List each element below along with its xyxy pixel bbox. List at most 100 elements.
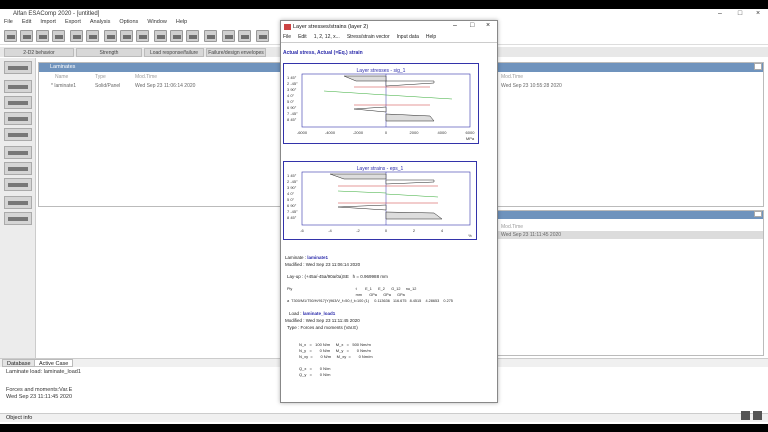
menu-window[interactable]: Window <box>147 19 167 25</box>
panel-restore-icon[interactable] <box>754 211 762 217</box>
tool-icon[interactable] <box>86 30 99 42</box>
load-label: Load : <box>289 311 303 316</box>
force-line: Q_x = 0 N/m <box>299 366 331 371</box>
strain-layer-shape <box>385 211 443 220</box>
menu-analysis[interactable]: Analysis <box>90 19 110 25</box>
object-icon[interactable] <box>4 196 32 209</box>
dmenu-components[interactable]: 1, 2, 12, x... <box>314 34 340 40</box>
ply-header: Ply t E_1 E_2 G_12 nu_12 <box>287 287 417 291</box>
tool-icon[interactable] <box>20 30 33 42</box>
close-icon[interactable]: × <box>750 9 766 18</box>
dmenu-help[interactable]: Help <box>426 34 436 40</box>
laminate-type: Solid/Panel <box>95 83 121 89</box>
laminate-label: Laminate : <box>285 255 308 260</box>
menu-export[interactable]: Export <box>65 19 81 25</box>
object-icon[interactable] <box>4 162 32 175</box>
dmenu-edit[interactable]: Edit <box>298 34 307 40</box>
laminate-line: Laminate : laminate1 <box>285 255 328 260</box>
dialog-app-icon <box>284 24 291 30</box>
loads-panel: Mod.Time Wed Sep 23 11:11:45 2020 <box>496 210 764 356</box>
layer-label: 2 -45° <box>287 179 298 184</box>
tick-label: 4000 <box>438 130 448 135</box>
tool-icon[interactable] <box>36 30 49 42</box>
tab-failure-envelopes[interactable]: Failure/design envelopes <box>206 48 266 57</box>
layup-line: Lay-up : (+45a/-45a/90a/0a)SE h = 0.9699… <box>287 274 388 279</box>
menu-edit[interactable]: Edit <box>22 19 31 25</box>
object-icon[interactable] <box>4 212 32 225</box>
layout-icon[interactable] <box>753 411 762 420</box>
menu-help[interactable]: Help <box>176 19 187 25</box>
dmenu-vector[interactable]: Stress/strain vector <box>347 34 390 40</box>
layer-label: 8 45° <box>287 117 297 122</box>
dialog-maximize-icon[interactable]: □ <box>470 22 474 29</box>
object-icon[interactable] <box>4 178 32 191</box>
laminate-name[interactable]: * laminate1 <box>51 83 76 89</box>
tab-strength[interactable]: Strength <box>76 48 142 57</box>
laminate-modtime: Wed Sep 23 11:06:14 2020 <box>135 83 196 89</box>
menu-file[interactable]: File <box>4 19 13 25</box>
info-line: Wed Sep 23 11:11:45 2020 <box>6 394 73 400</box>
tool-icon[interactable] <box>4 30 17 42</box>
layer-label: 5 0° <box>287 197 295 202</box>
dialog-minimize-icon[interactable]: – <box>453 22 457 29</box>
stress-layer-shape <box>385 80 435 87</box>
menu-import[interactable]: Import <box>40 19 56 25</box>
stress-chart-title: Layer stresses - sig_1 <box>357 68 406 74</box>
tick-label: 2000 <box>410 130 420 135</box>
screen-bottom-bar <box>0 424 768 432</box>
col-modtime: Mod.Time <box>135 74 158 80</box>
tab-database[interactable]: Database <box>2 359 36 367</box>
minimize-icon[interactable]: – <box>712 9 728 18</box>
object-icon[interactable] <box>4 61 32 74</box>
layer-label: 3 90° <box>287 87 297 92</box>
tab-active-case[interactable]: Active Case <box>34 359 74 367</box>
layer-label: 3 90° <box>287 185 297 190</box>
layer-label: 1 45° <box>287 75 297 80</box>
tab-load-response[interactable]: Load response/failure <box>144 48 204 57</box>
strain-unit: % <box>468 233 472 238</box>
menu-options[interactable]: Options <box>119 19 138 25</box>
tick-label: -6000 <box>297 130 308 135</box>
load-line: Load : laminate_load1 <box>289 311 335 316</box>
tool-icon[interactable] <box>136 30 149 42</box>
load-modtime: Wed Sep 23 11:11:45 2020 <box>501 232 562 238</box>
tool-icon[interactable] <box>154 30 167 42</box>
tool-icon[interactable] <box>70 30 83 42</box>
object-icon[interactable] <box>4 80 32 93</box>
tick-label: 6000 <box>466 130 476 135</box>
tab-2d-behavior[interactable]: 2-D2 behavior <box>4 48 74 57</box>
col-type: Type <box>95 74 106 80</box>
app-title-bar: Alfan ESAComp 2020 - [untitled] <box>0 9 768 18</box>
layer-label: 1 45° <box>287 173 297 178</box>
dialog-close-icon[interactable]: × <box>486 22 490 29</box>
tool-icon[interactable] <box>222 30 235 42</box>
tool-icon[interactable] <box>204 30 217 42</box>
layout-icon[interactable] <box>741 411 750 420</box>
stress-unit: MPa <box>466 136 475 141</box>
dialog-menu: File Edit 1, 2, 12, x... Stress/strain v… <box>283 34 443 40</box>
tool-icon[interactable] <box>186 30 199 42</box>
maximize-icon[interactable]: □ <box>732 9 748 18</box>
force-line: Q_y = 0 N/m <box>299 372 331 377</box>
dmenu-input[interactable]: Input data <box>397 34 419 40</box>
object-icon[interactable] <box>4 146 32 159</box>
strain-layer-line <box>385 193 439 198</box>
dmenu-file[interactable]: File <box>283 34 291 40</box>
object-icon[interactable] <box>4 112 32 125</box>
stress-layer-line <box>385 94 453 100</box>
tick-label: -2 <box>356 228 360 233</box>
object-icon[interactable] <box>4 96 32 109</box>
tool-icon[interactable] <box>104 30 117 42</box>
selected-load-row[interactable]: Wed Sep 23 11:11:45 2020 <box>497 231 763 239</box>
tool-icon[interactable] <box>120 30 133 42</box>
screen-top-bar <box>0 0 768 9</box>
tool-icon[interactable] <box>238 30 251 42</box>
stress-layer-line <box>323 90 387 96</box>
tool-icon[interactable] <box>170 30 183 42</box>
tick-label: 0 <box>385 228 388 233</box>
object-icon[interactable] <box>4 128 32 141</box>
tool-icon[interactable] <box>256 30 269 42</box>
tool-icon[interactable] <box>52 30 65 42</box>
panel-restore-icon[interactable] <box>754 63 762 70</box>
strain-layer-shape <box>385 179 435 185</box>
